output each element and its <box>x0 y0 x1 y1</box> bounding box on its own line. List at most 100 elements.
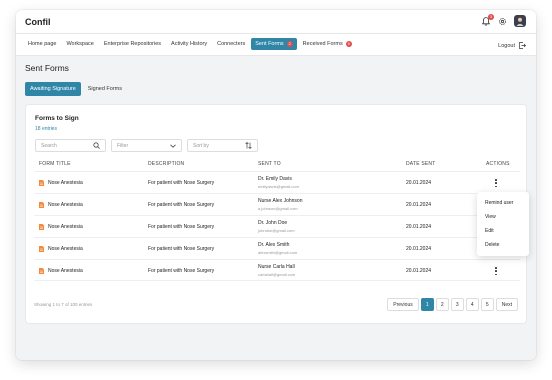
logout-icon <box>519 42 526 49</box>
nav-items: Home page Workspace Enterprise Repositor… <box>24 38 356 50</box>
page-previous-button[interactable]: Previous <box>387 298 419 311</box>
recipient-name: Dr. John Doe <box>258 220 288 226</box>
sort-select[interactable]: Sort by <box>187 139 258 152</box>
header-date-sent: DATE SENT <box>406 161 436 167</box>
recipient-name: Dr. Emily Davis <box>258 176 292 182</box>
top-icons: 3 <box>481 14 526 27</box>
recipient-email: carlahall@gmail.com <box>258 272 296 277</box>
date-sent: 20.01.2024 <box>406 246 432 252</box>
form-title[interactable]: Nose Anestesia <box>48 268 83 274</box>
sent-to: Dr. Alex Smith alexsmith@gmail.com <box>258 242 297 255</box>
form-description: For patient with Nose Surgery <box>148 268 215 274</box>
header-description: DESCRIPTION <box>148 161 185 167</box>
date-sent: 20.01.2024 <box>406 202 432 208</box>
nav-item-received-forms[interactable]: Received Forms 5 <box>299 38 356 50</box>
form-title[interactable]: Nose Anestesia <box>48 202 83 208</box>
page-next-button[interactable]: Next <box>495 298 518 311</box>
tab-signed-forms[interactable]: Signed Forms <box>83 82 127 96</box>
file-icon <box>39 224 44 230</box>
table-row[interactable]: Nose Anestesia For patient with Nose Sur… <box>34 237 520 259</box>
notifications-button[interactable]: 3 <box>481 14 494 27</box>
app-window: Confil 3 Home page Workspace Enterprise … <box>16 10 536 360</box>
top-bar: Confil 3 <box>16 10 536 34</box>
sent-to: Dr. Emily Davis emilydavis@gmail.com <box>258 176 299 189</box>
menu-item-remind-user[interactable]: Remind user <box>477 196 529 210</box>
tab-awaiting-signature[interactable]: Awaiting Signature <box>25 82 81 96</box>
recipient-name: Nurse Alex Johnson <box>258 198 303 204</box>
form-title[interactable]: Nose Anestesia <box>48 246 83 252</box>
search-placeholder: Search <box>41 142 57 149</box>
nav-badge: 2 <box>286 41 293 47</box>
nav-item-enterprise-repositories[interactable]: Enterprise Repositories <box>100 38 165 50</box>
filter-select[interactable]: Filter <box>111 139 182 152</box>
form-description: For patient with Nose Surgery <box>148 180 215 186</box>
nav-bar: Home page Workspace Enterprise Repositor… <box>16 34 536 56</box>
sort-icon <box>245 142 252 149</box>
logout-label: Logout <box>498 42 515 49</box>
logout-button[interactable]: Logout <box>498 42 526 49</box>
card-title: Forms to Sign <box>35 115 79 122</box>
page-2-button[interactable]: 2 <box>435 298 449 311</box>
menu-item-view[interactable]: View <box>477 210 529 224</box>
file-icon <box>39 202 44 208</box>
sent-to: Dr. John Doe johndoe@gmail.com <box>258 220 295 233</box>
entries-count: 18 entries <box>35 126 57 132</box>
page-4-button[interactable]: 4 <box>465 298 479 311</box>
nav-item-label: Received Forms <box>302 41 343 47</box>
nav-item-label: Sent Forms <box>255 41 284 47</box>
user-icon <box>516 17 524 26</box>
menu-item-edit[interactable]: Edit <box>477 224 529 238</box>
table-row[interactable]: Nose Anestesia For patient with Nose Sur… <box>34 259 520 281</box>
table-row[interactable]: Nose Anestesia For patient with Nose Sur… <box>34 193 520 215</box>
nav-item-connecters[interactable]: Connecters <box>213 38 249 50</box>
avatar[interactable] <box>514 15 526 27</box>
status-tabs: Awaiting Signature Signed Forms <box>25 82 127 96</box>
page-3-button[interactable]: 3 <box>450 298 464 311</box>
gear-icon[interactable] <box>498 17 507 26</box>
recipient-email: emilydavis@gmail.com <box>258 184 299 189</box>
nav-item-workspace[interactable]: Workspace <box>62 38 97 50</box>
sent-to: Nurse Alex Johnson a.johnson@gmail.com <box>258 198 302 211</box>
sort-placeholder: Sort by <box>193 142 209 149</box>
form-description: For patient with Nose Surgery <box>148 224 215 230</box>
nav-badge: 5 <box>345 41 352 47</box>
table-row[interactable]: Nose Anestesia For patient with Nose Sur… <box>34 215 520 237</box>
notification-badge: 3 <box>488 14 494 20</box>
header-sent-to: SENT TO <box>258 161 281 167</box>
file-icon <box>39 246 44 252</box>
page-5-button[interactable]: 5 <box>480 298 494 311</box>
form-title[interactable]: Nose Anestesia <box>48 180 83 186</box>
date-sent: 20.01.2024 <box>406 268 432 274</box>
table-row[interactable]: Nose Anestesia For patient with Nose Sur… <box>34 171 520 193</box>
row-actions-button[interactable] <box>494 178 498 188</box>
form-title[interactable]: Nose Anestesia <box>48 224 83 230</box>
nav-item-label: Enterprise Repositories <box>103 41 162 47</box>
nav-item-label: Activity History <box>171 41 208 47</box>
brand-logo: Confil <box>25 17 51 27</box>
row-actions-button[interactable] <box>494 266 498 276</box>
search-icon <box>93 142 100 149</box>
nav-item-label: Workspace <box>66 41 94 47</box>
recipient-name: Dr. Alex Smith <box>258 242 290 248</box>
nav-item-home[interactable]: Home page <box>24 38 60 50</box>
pagination-info: Showing 1 to 7 of 100 entries <box>34 302 93 307</box>
form-description: For patient with Nose Surgery <box>148 246 215 252</box>
form-description: For patient with Nose Surgery <box>148 202 215 208</box>
forms-card: Forms to Sign 18 entries Search Filter S… <box>25 104 529 324</box>
recipient-email: alexsmith@gmail.com <box>258 250 298 255</box>
nav-item-label: Connecters <box>217 41 246 47</box>
file-icon <box>39 268 44 274</box>
chevron-down-icon <box>170 144 176 148</box>
nav-item-sent-forms[interactable]: Sent Forms 2 <box>251 38 297 50</box>
filter-placeholder: Filter <box>117 142 129 149</box>
page-1-button[interactable]: 1 <box>420 298 434 311</box>
sent-to: Nurse Carla Hall carlahall@gmail.com <box>258 264 295 277</box>
search-input[interactable]: Search <box>35 139 106 152</box>
file-icon <box>39 180 44 186</box>
page-title: Sent Forms <box>25 63 69 73</box>
recipient-name: Nurse Carla Hall <box>258 264 295 270</box>
menu-item-delete[interactable]: Delete <box>477 238 529 252</box>
date-sent: 20.01.2024 <box>406 180 432 186</box>
recipient-email: johndoe@gmail.com <box>258 228 295 233</box>
nav-item-activity-history[interactable]: Activity History <box>167 38 211 50</box>
